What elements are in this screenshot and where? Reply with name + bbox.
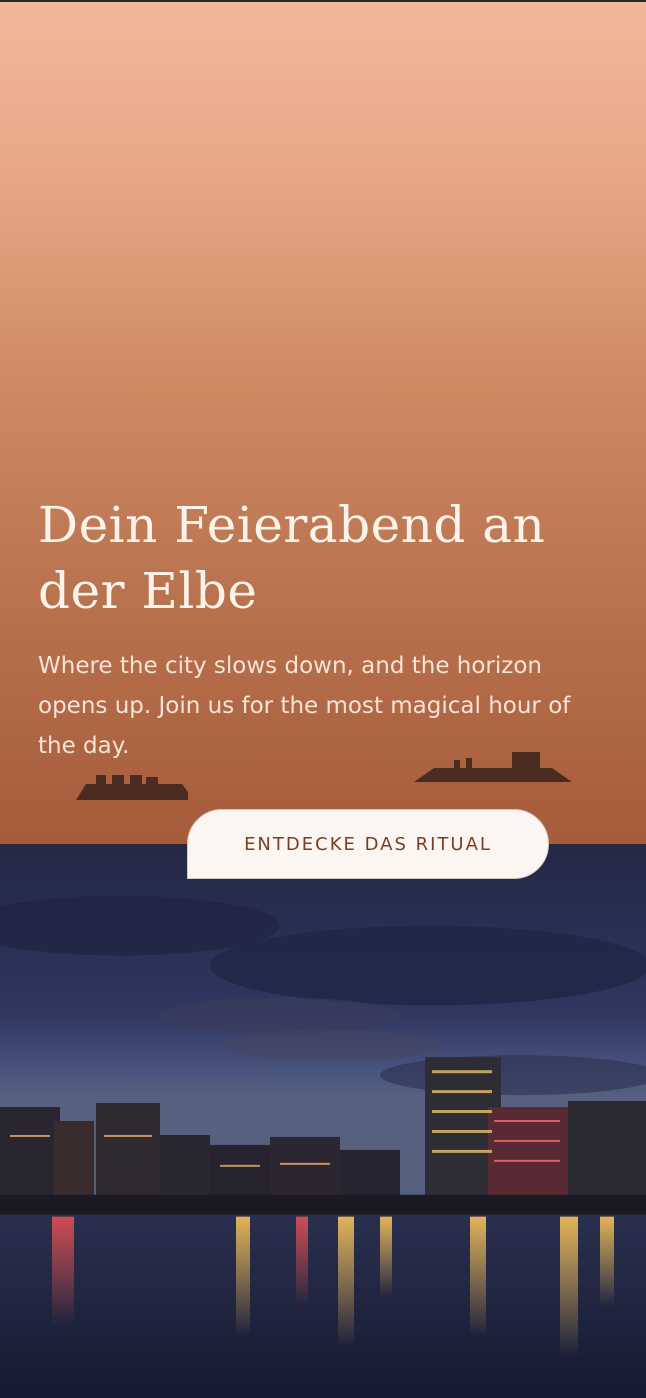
ship-silhouette-icon <box>414 752 572 782</box>
city-night-photo <box>0 844 646 1398</box>
ship-silhouette-icon <box>76 775 188 800</box>
discover-ritual-button[interactable]: ENTDECKE DAS RITUAL <box>187 809 549 879</box>
hero-subtitle: Where the city slows down, and the horiz… <box>38 653 571 759</box>
hero-title: Dein Feierabend an der Elbe <box>38 496 546 620</box>
hero-section: Dein Feierabend an der Elbe Where the ci… <box>0 2 646 844</box>
landing-page: Dein Feierabend an der Elbe Where the ci… <box>0 0 646 1398</box>
